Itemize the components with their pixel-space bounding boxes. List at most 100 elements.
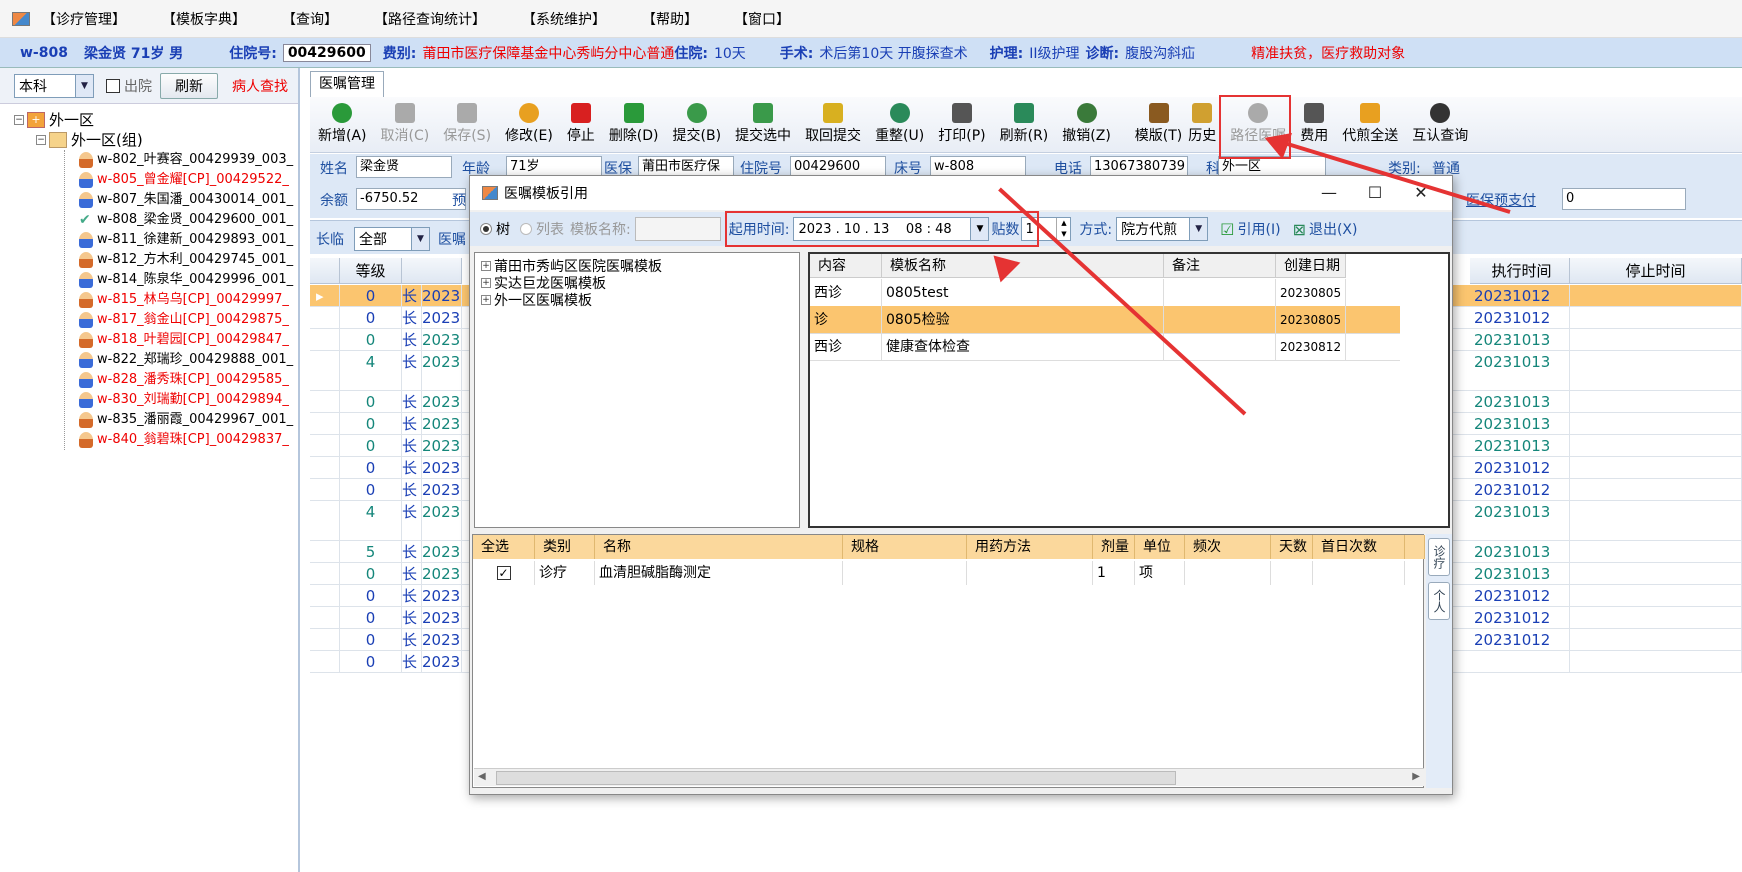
chevron-down-icon[interactable]: ▼: [75, 74, 93, 97]
collapse-icon[interactable]: −: [36, 135, 46, 145]
toolbar-button[interactable]: 取消(C): [381, 103, 429, 145]
long-temp-select[interactable]: 全部 ▼: [354, 227, 430, 251]
template-name-label: 模板名称:: [570, 222, 631, 238]
scroll-left-icon[interactable]: ◀: [478, 771, 486, 782]
toolbar-button[interactable]: 修改(E): [505, 103, 553, 145]
scrollbar-thumb[interactable]: [496, 771, 1176, 785]
detail-checkbox-cell[interactable]: ✓: [473, 561, 535, 585]
detail-col-header[interactable]: 名称: [595, 535, 843, 559]
patient-tree-item[interactable]: w-818_叶碧园[CP]_00429847_: [79, 330, 298, 350]
template-row[interactable]: 诊 0805检验 20230805: [810, 306, 1400, 334]
spin-icon[interactable]: ▲ ▼: [1056, 218, 1070, 240]
patient-tree-item[interactable]: w-805_曾金耀[CP]_00429522_: [79, 170, 298, 190]
detail-col-header[interactable]: 用药方法: [967, 535, 1093, 559]
tree-radio[interactable]: [480, 223, 492, 235]
use-button[interactable]: ☑ 引用(I): [1220, 219, 1280, 239]
patient-tree-item[interactable]: w-840_翁碧珠[CP]_00429837_: [79, 430, 298, 450]
toolbar-button[interactable]: 费用: [1300, 103, 1328, 145]
toolbar-button[interactable]: 历史: [1188, 103, 1216, 145]
toolbar-button[interactable]: 互认查询: [1412, 103, 1468, 145]
menu-item-query[interactable]: 【查询】: [282, 9, 338, 29]
template-row[interactable]: 西诊 健康查体检查 20230812: [810, 333, 1400, 361]
detail-col-header[interactable]: 规格: [843, 535, 967, 559]
toolbar-button[interactable]: 模版(T): [1135, 103, 1182, 145]
refresh-button[interactable]: 刷新: [160, 72, 218, 99]
toolbar-button[interactable]: 提交选中: [735, 103, 791, 145]
exit-button-label: 退出(X): [1308, 222, 1358, 238]
patient-tree-item[interactable]: w-830_刘瑞勤[CP]_00429894_: [79, 390, 298, 410]
side-tab-personal[interactable]: 个人: [1428, 582, 1450, 620]
template-col-header[interactable]: 模板名称: [882, 254, 1164, 278]
tree-node-root[interactable]: − + 外一区: [14, 110, 298, 130]
menu-item-path-stats[interactable]: 【路径查询统计】: [374, 9, 486, 29]
checkbox-icon[interactable]: [106, 78, 120, 93]
tab-order-management[interactable]: 医嘱管理: [310, 71, 384, 97]
template-tree-node[interactable]: + 实达巨龙医嘱模板: [481, 274, 793, 292]
template-tree-node[interactable]: + 外一区医嘱模板: [481, 291, 793, 309]
expand-icon[interactable]: +: [481, 260, 491, 271]
list-radio[interactable]: [520, 223, 532, 235]
patient-tree-item[interactable]: w-815_林乌乌[CP]_00429997_: [79, 290, 298, 310]
template-tree-node[interactable]: + 莆田市秀屿区医院医嘱模板: [481, 257, 793, 275]
patient-tree-item[interactable]: w-817_翁金山[CP]_00429875_: [79, 310, 298, 330]
mode-select[interactable]: 院方代煎 ▼: [1116, 217, 1209, 241]
expand-icon[interactable]: +: [481, 294, 491, 305]
col-kind[interactable]: [402, 258, 462, 284]
toolbar-button[interactable]: 取回提交: [805, 103, 861, 145]
cell-kind: 长: [402, 307, 422, 329]
menu-item-treatment[interactable]: 【诊疗管理】: [42, 9, 126, 29]
template-col-header[interactable]: 内容: [810, 254, 882, 278]
menu-item-help[interactable]: 【帮助】: [642, 9, 698, 29]
horizontal-scrollbar[interactable]: ◀ ▶: [474, 768, 1424, 786]
exit-button[interactable]: ⊠ 退出(X): [1293, 219, 1358, 239]
patient-tree-item[interactable]: w-807_朱国潘_00430014_001_: [79, 190, 298, 210]
col-stop-time[interactable]: 停止时间: [1570, 258, 1742, 284]
toolbar-button[interactable]: 停止: [567, 103, 595, 145]
patient-tree-item[interactable]: w-802_叶赛容_00429939_003_: [79, 150, 298, 170]
toolbar-button[interactable]: 新增(A): [318, 103, 367, 145]
expand-icon[interactable]: +: [481, 277, 491, 288]
col-exec-time[interactable]: 执行时间: [1474, 258, 1570, 284]
collapse-icon[interactable]: −: [14, 115, 24, 125]
template-col-header[interactable]: 创建日期: [1276, 254, 1346, 278]
toolbar-button[interactable]: 重整(U): [875, 103, 924, 145]
detail-col-header[interactable]: 剂量: [1093, 535, 1135, 559]
detail-col-header[interactable]: 全选: [473, 535, 535, 559]
patient-tree-item[interactable]: w-812_方木利_00429745_001_: [79, 250, 298, 270]
scroll-right-icon[interactable]: ▶: [1412, 771, 1420, 782]
patient-tree-item[interactable]: w-811_徐建新_00429893_001_: [79, 230, 298, 250]
menu-item-window[interactable]: 【窗口】: [734, 9, 790, 29]
toolbar-button[interactable]: 打印(P): [938, 103, 986, 145]
patient-tree-item[interactable]: w-828_潘秀珠[CP]_00429585_: [79, 370, 298, 390]
chevron-down-icon[interactable]: ▼: [1189, 218, 1208, 240]
template-col-header[interactable]: 备注: [1164, 254, 1276, 278]
maximize-icon[interactable]: ☐: [1352, 176, 1398, 210]
detail-col-header[interactable]: 频次: [1185, 535, 1271, 559]
chevron-down-icon[interactable]: ▼: [411, 228, 429, 250]
toolbar-button[interactable]: 代煎全送: [1342, 103, 1398, 145]
dept-select[interactable]: 本科 ▼: [14, 73, 94, 98]
toolbar-button[interactable]: 刷新(R): [1000, 103, 1048, 145]
discharge-checkbox[interactable]: 出院: [106, 76, 152, 96]
checkbox-icon[interactable]: ✓: [496, 566, 511, 580]
toolbar-button[interactable]: 保存(S): [443, 103, 491, 145]
minimize-icon[interactable]: —: [1306, 176, 1352, 210]
toolbar-button[interactable]: 删除(D): [609, 103, 659, 145]
menu-item-system[interactable]: 【系统维护】: [522, 9, 606, 29]
detail-col-header[interactable]: 单位: [1135, 535, 1185, 559]
patient-tree-item[interactable]: w-822_郑瑞珍_00429888_001_: [79, 350, 298, 370]
template-name-input[interactable]: [634, 217, 721, 241]
toolbar-button[interactable]: 提交(B): [673, 103, 721, 145]
detail-col-header[interactable]: 天数: [1271, 535, 1313, 559]
toolbar-button[interactable]: 撤销(Z): [1062, 103, 1111, 145]
menu-item-template-dict[interactable]: 【模板字典】: [162, 9, 246, 29]
side-tab-treatment[interactable]: 诊疗: [1428, 538, 1450, 576]
detail-col-header[interactable]: 首日次数: [1313, 535, 1405, 559]
col-level[interactable]: 等级: [340, 258, 402, 284]
patient-tree-item[interactable]: w-835_潘丽霞_00429967_001_: [79, 410, 298, 430]
patient-tree-item[interactable]: w-814_陈泉华_00429996_001_: [79, 270, 298, 290]
patient-tree-item[interactable]: ✔ w-808_梁金贤_00429600_001_: [79, 210, 298, 230]
patient-find-link[interactable]: 病人查找: [232, 76, 288, 96]
detail-col-header[interactable]: 类别: [535, 535, 595, 559]
tree-node-group[interactable]: − 外一区(组): [14, 130, 298, 150]
